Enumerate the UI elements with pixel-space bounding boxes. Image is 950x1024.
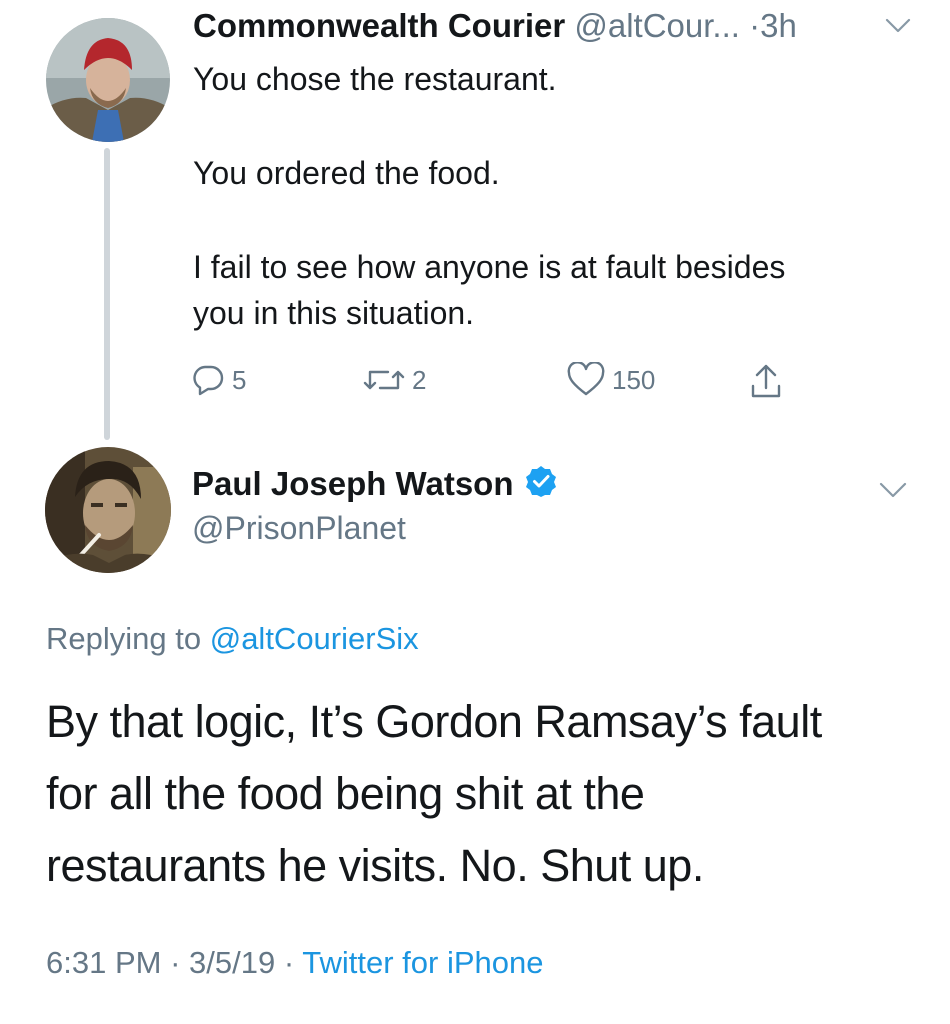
thread-connector-line — [104, 148, 110, 440]
reply-count: 5 — [232, 364, 247, 395]
reply-button[interactable]: 5 — [190, 362, 246, 398]
main-text-line: restaurants he visits. No. Shut up. — [46, 840, 704, 891]
main-text-line: for all the food being shit at the — [46, 768, 645, 819]
like-count: 150 — [612, 364, 656, 395]
parent-text-line: You ordered the food. — [193, 155, 500, 191]
like-icon — [566, 362, 606, 398]
share-button[interactable] — [748, 362, 784, 400]
tweet-time[interactable]: 6:31 PM — [46, 945, 161, 980]
parent-text-line: you in this situation. — [193, 295, 475, 331]
main-avatar[interactable] — [45, 447, 171, 573]
reply-icon — [190, 362, 226, 398]
main-text-line: By that logic, It’s Gordon Ramsay’s faul… — [46, 696, 822, 747]
parent-time[interactable]: 3h — [760, 7, 797, 44]
like-button[interactable]: 150 — [566, 362, 655, 398]
tweet-metadata: 6:31 PM · 3/5/19 · Twitter for iPhone — [46, 945, 543, 981]
tweet-source-link[interactable]: Twitter for iPhone — [302, 945, 543, 980]
replying-to-label: Replying to — [46, 621, 202, 656]
parent-handle[interactable]: @altCour... — [574, 7, 740, 44]
meta-separator: · — [283, 945, 295, 980]
chevron-down-icon[interactable] — [878, 480, 908, 505]
parent-text-line: I fail to see how anyone is at fault bes… — [193, 249, 786, 285]
verified-badge-icon — [524, 464, 558, 503]
replying-to-line: Replying to @altCourierSix — [46, 621, 419, 657]
parent-tweet-header: Commonwealth Courier @altCour... ·3h — [193, 6, 797, 46]
parent-display-name[interactable]: Commonwealth Courier — [193, 7, 565, 44]
parent-avatar[interactable] — [46, 18, 170, 142]
retweet-button[interactable]: 2 — [362, 362, 426, 398]
main-handle[interactable]: @PrisonPlanet — [192, 510, 406, 547]
parent-text-line: You chose the restaurant. — [193, 61, 557, 97]
main-tweet-text: By that logic, It’s Gordon Ramsay’s faul… — [46, 686, 926, 902]
share-icon — [748, 362, 784, 400]
parent-separator: · — [749, 7, 761, 44]
parent-avatar-image — [46, 18, 170, 142]
retweet-icon — [362, 362, 406, 398]
main-avatar-image — [45, 447, 171, 573]
chevron-down-icon[interactable] — [884, 16, 912, 41]
parent-tweet-text: You chose the restaurant. You ordered th… — [193, 56, 913, 336]
retweet-count: 2 — [412, 364, 427, 395]
replying-to-link[interactable]: @altCourierSix — [210, 621, 419, 656]
main-display-name[interactable]: Paul Joseph Watson — [192, 465, 514, 503]
main-author-row: Paul Joseph Watson — [192, 464, 558, 503]
tweet-date[interactable]: 3/5/19 — [189, 945, 275, 980]
meta-separator: · — [170, 945, 181, 980]
